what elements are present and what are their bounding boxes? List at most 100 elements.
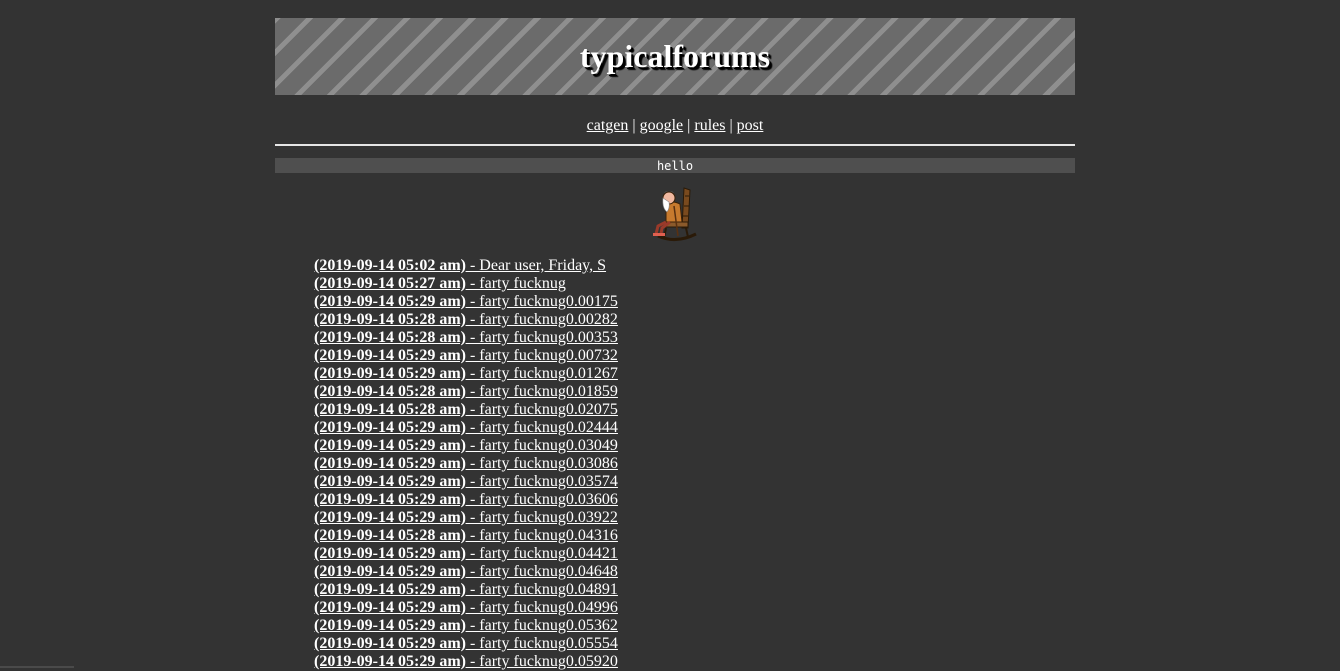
post-title: - farty fucknug0.02444 bbox=[466, 419, 618, 436]
post-list-item: (2019-09-14 05:28 am) - farty fucknug0.0… bbox=[314, 311, 618, 329]
post-title: - farty fucknug0.03086 bbox=[466, 455, 618, 472]
post-list-item: (2019-09-14 05:29 am) - farty fucknug0.0… bbox=[314, 617, 618, 635]
post-title: - farty fucknug0.00353 bbox=[466, 329, 618, 346]
post-timestamp: (2019-09-14 05:28 am) bbox=[314, 383, 466, 400]
page-container: typicalforums catgen | google | rules | … bbox=[275, 18, 1075, 246]
post-list-item: (2019-09-14 05:29 am) - farty fucknug0.0… bbox=[314, 509, 618, 527]
post-list-item: (2019-09-14 05:29 am) - farty fucknug0.0… bbox=[314, 635, 618, 653]
post-title: - farty fucknug0.03574 bbox=[466, 473, 618, 490]
post-link[interactable]: (2019-09-14 05:28 am) - farty fucknug0.0… bbox=[314, 401, 618, 418]
post-timestamp: (2019-09-14 05:29 am) bbox=[314, 635, 466, 652]
post-title: - farty fucknug0.05920 bbox=[466, 653, 618, 670]
post-timestamp: (2019-09-14 05:02 am) bbox=[314, 257, 466, 274]
post-link[interactable]: (2019-09-14 05:29 am) - farty fucknug0.0… bbox=[314, 599, 618, 616]
post-list-item: (2019-09-14 05:29 am) - farty fucknug0.0… bbox=[314, 293, 618, 311]
post-link[interactable]: (2019-09-14 05:29 am) - farty fucknug0.0… bbox=[314, 545, 618, 562]
post-title: - farty fucknug0.03922 bbox=[466, 509, 618, 526]
post-list-item: (2019-09-14 05:29 am) - farty fucknug0.0… bbox=[314, 653, 618, 671]
mascot-container bbox=[275, 184, 1075, 246]
post-title: - farty fucknug0.05362 bbox=[466, 617, 618, 634]
post-link[interactable]: (2019-09-14 05:29 am) - farty fucknug0.0… bbox=[314, 455, 618, 472]
post-timestamp: (2019-09-14 05:29 am) bbox=[314, 617, 466, 634]
post-title: - farty fucknug0.04648 bbox=[466, 563, 618, 580]
post-title: - farty fucknug0.04996 bbox=[466, 599, 618, 616]
post-timestamp: (2019-09-14 05:29 am) bbox=[314, 581, 466, 598]
post-link[interactable]: (2019-09-14 05:29 am) - farty fucknug0.0… bbox=[314, 509, 618, 526]
post-list-item: (2019-09-14 05:02 am) - Dear user, Frida… bbox=[314, 257, 618, 275]
post-list-item: (2019-09-14 05:28 am) - farty fucknug0.0… bbox=[314, 527, 618, 545]
post-list-item: (2019-09-14 05:29 am) - farty fucknug0.0… bbox=[314, 545, 618, 563]
old-man-rocking-chair-icon bbox=[650, 184, 700, 244]
post-list-item: (2019-09-14 05:28 am) - farty fucknug0.0… bbox=[314, 401, 618, 419]
post-link[interactable]: (2019-09-14 05:29 am) - farty fucknug0.0… bbox=[314, 563, 618, 580]
post-link[interactable]: (2019-09-14 05:29 am) - farty fucknug0.0… bbox=[314, 437, 618, 454]
post-title: - farty fucknug0.04316 bbox=[466, 527, 618, 544]
post-title: - farty fucknug0.05554 bbox=[466, 635, 618, 652]
nav-link-google[interactable]: google bbox=[640, 117, 684, 134]
post-list-item: (2019-09-14 05:28 am) - farty fucknug0.0… bbox=[314, 383, 618, 401]
post-title: - farty fucknug bbox=[466, 275, 566, 292]
post-link[interactable]: (2019-09-14 05:29 am) - farty fucknug0.0… bbox=[314, 617, 618, 634]
nav-separator: | bbox=[687, 117, 690, 134]
post-timestamp: (2019-09-14 05:28 am) bbox=[314, 311, 466, 328]
post-title: - farty fucknug0.03606 bbox=[466, 491, 618, 508]
post-title: - Dear user, Friday, S bbox=[466, 257, 606, 274]
nav-separator: | bbox=[632, 117, 635, 134]
post-timestamp: (2019-09-14 05:28 am) bbox=[314, 401, 466, 418]
post-timestamp: (2019-09-14 05:29 am) bbox=[314, 419, 466, 436]
post-timestamp: (2019-09-14 05:29 am) bbox=[314, 293, 466, 310]
post-list-item: (2019-09-14 05:29 am) - farty fucknug0.0… bbox=[314, 599, 618, 617]
post-link[interactable]: (2019-09-14 05:29 am) - farty fucknug0.0… bbox=[314, 491, 618, 508]
post-list-item: (2019-09-14 05:29 am) - farty fucknug0.0… bbox=[314, 365, 618, 383]
nav-link-rules[interactable]: rules bbox=[694, 117, 725, 134]
site-banner: typicalforums bbox=[275, 18, 1075, 95]
post-list-item: (2019-09-14 05:29 am) - farty fucknug0.0… bbox=[314, 563, 618, 581]
post-title: - farty fucknug0.00175 bbox=[466, 293, 618, 310]
post-timestamp: (2019-09-14 05:29 am) bbox=[314, 653, 466, 670]
post-list-item: (2019-09-14 05:28 am) - farty fucknug0.0… bbox=[314, 329, 618, 347]
post-link[interactable]: (2019-09-14 05:29 am) - farty fucknug0.0… bbox=[314, 635, 618, 652]
post-link[interactable]: (2019-09-14 05:29 am) - farty fucknug0.0… bbox=[314, 581, 618, 598]
post-link[interactable]: (2019-09-14 05:29 am) - farty fucknug0.0… bbox=[314, 347, 618, 364]
post-title: - farty fucknug0.01267 bbox=[466, 365, 618, 382]
post-title: - farty fucknug0.01859 bbox=[466, 383, 618, 400]
post-link[interactable]: (2019-09-14 05:27 am) - farty fucknug bbox=[314, 275, 566, 292]
post-timestamp: (2019-09-14 05:29 am) bbox=[314, 437, 466, 454]
post-title: - farty fucknug0.00732 bbox=[466, 347, 618, 364]
nav-bar: catgen | google | rules | post bbox=[275, 116, 1075, 136]
post-list-item: (2019-09-14 05:29 am) - farty fucknug0.0… bbox=[314, 437, 618, 455]
post-link[interactable]: (2019-09-14 05:29 am) - farty fucknug0.0… bbox=[314, 365, 618, 382]
post-list-item: (2019-09-14 05:29 am) - farty fucknug0.0… bbox=[314, 581, 618, 599]
post-timestamp: (2019-09-14 05:29 am) bbox=[314, 563, 466, 580]
post-title: - farty fucknug0.02075 bbox=[466, 401, 618, 418]
post-link[interactable]: (2019-09-14 05:28 am) - farty fucknug0.0… bbox=[314, 527, 618, 544]
post-timestamp: (2019-09-14 05:27 am) bbox=[314, 275, 466, 292]
site-title: typicalforums bbox=[580, 38, 770, 75]
nav-link-post[interactable]: post bbox=[737, 117, 764, 134]
post-timestamp: (2019-09-14 05:29 am) bbox=[314, 545, 466, 562]
post-link[interactable]: (2019-09-14 05:28 am) - farty fucknug0.0… bbox=[314, 311, 618, 328]
post-link[interactable]: (2019-09-14 05:29 am) - farty fucknug0.0… bbox=[314, 473, 618, 490]
nav-separator: | bbox=[729, 117, 732, 134]
post-link[interactable]: (2019-09-14 05:28 am) - farty fucknug0.0… bbox=[314, 383, 618, 400]
post-list-item: (2019-09-14 05:29 am) - farty fucknug0.0… bbox=[314, 491, 618, 509]
post-list-item: (2019-09-14 05:29 am) - farty fucknug0.0… bbox=[314, 419, 618, 437]
post-link[interactable]: (2019-09-14 05:29 am) - farty fucknug0.0… bbox=[314, 293, 618, 310]
post-timestamp: (2019-09-14 05:28 am) bbox=[314, 527, 466, 544]
post-list: (2019-09-14 05:02 am) - Dear user, Frida… bbox=[314, 257, 618, 671]
post-timestamp: (2019-09-14 05:29 am) bbox=[314, 509, 466, 526]
post-timestamp: (2019-09-14 05:29 am) bbox=[314, 365, 466, 382]
horizontal-divider bbox=[275, 144, 1075, 146]
post-link[interactable]: (2019-09-14 05:28 am) - farty fucknug0.0… bbox=[314, 329, 618, 346]
post-list-item: (2019-09-14 05:29 am) - farty fucknug0.0… bbox=[314, 473, 618, 491]
post-timestamp: (2019-09-14 05:29 am) bbox=[314, 347, 466, 364]
message-of-the-day: hello bbox=[275, 158, 1075, 173]
post-timestamp: (2019-09-14 05:28 am) bbox=[314, 329, 466, 346]
post-timestamp: (2019-09-14 05:29 am) bbox=[314, 599, 466, 616]
post-link[interactable]: (2019-09-14 05:29 am) - farty fucknug0.0… bbox=[314, 419, 618, 436]
post-title: - farty fucknug0.03049 bbox=[466, 437, 618, 454]
post-link[interactable]: (2019-09-14 05:29 am) - farty fucknug0.0… bbox=[314, 653, 618, 670]
nav-link-catgen[interactable]: catgen bbox=[587, 117, 629, 134]
post-link[interactable]: (2019-09-14 05:02 am) - Dear user, Frida… bbox=[314, 257, 606, 274]
post-list-item: (2019-09-14 05:29 am) - farty fucknug0.0… bbox=[314, 455, 618, 473]
